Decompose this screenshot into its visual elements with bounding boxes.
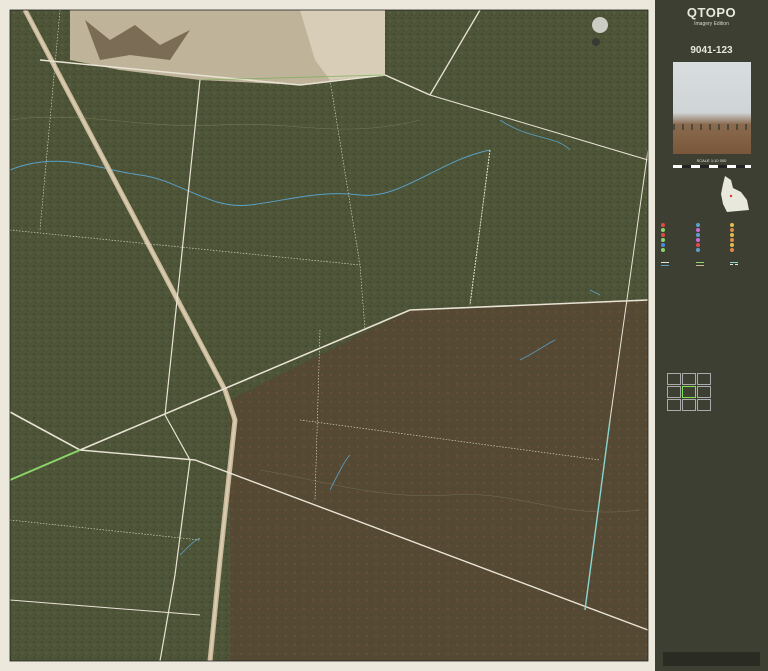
queensland-locator-icon [721,176,749,212]
sheet-number: 9041-123 [690,45,733,56]
edition-label: Imagery Edition [694,21,729,27]
brand-title: QTOPO [686,5,737,20]
scale-label: SCALE 1:10 000 [696,158,727,163]
legend-symbols [655,221,768,254]
sheet-index-grid [667,373,768,411]
map-svg[interactable] [0,0,655,671]
scale-bar [672,165,751,168]
legend-panel: QTOPO Imagery Edition 9041-123 SCALE 1:1… [655,0,768,671]
cover-photo [672,62,751,154]
copyright-box [663,652,760,666]
legend-lines [655,260,768,268]
map-frame[interactable] [0,0,655,671]
